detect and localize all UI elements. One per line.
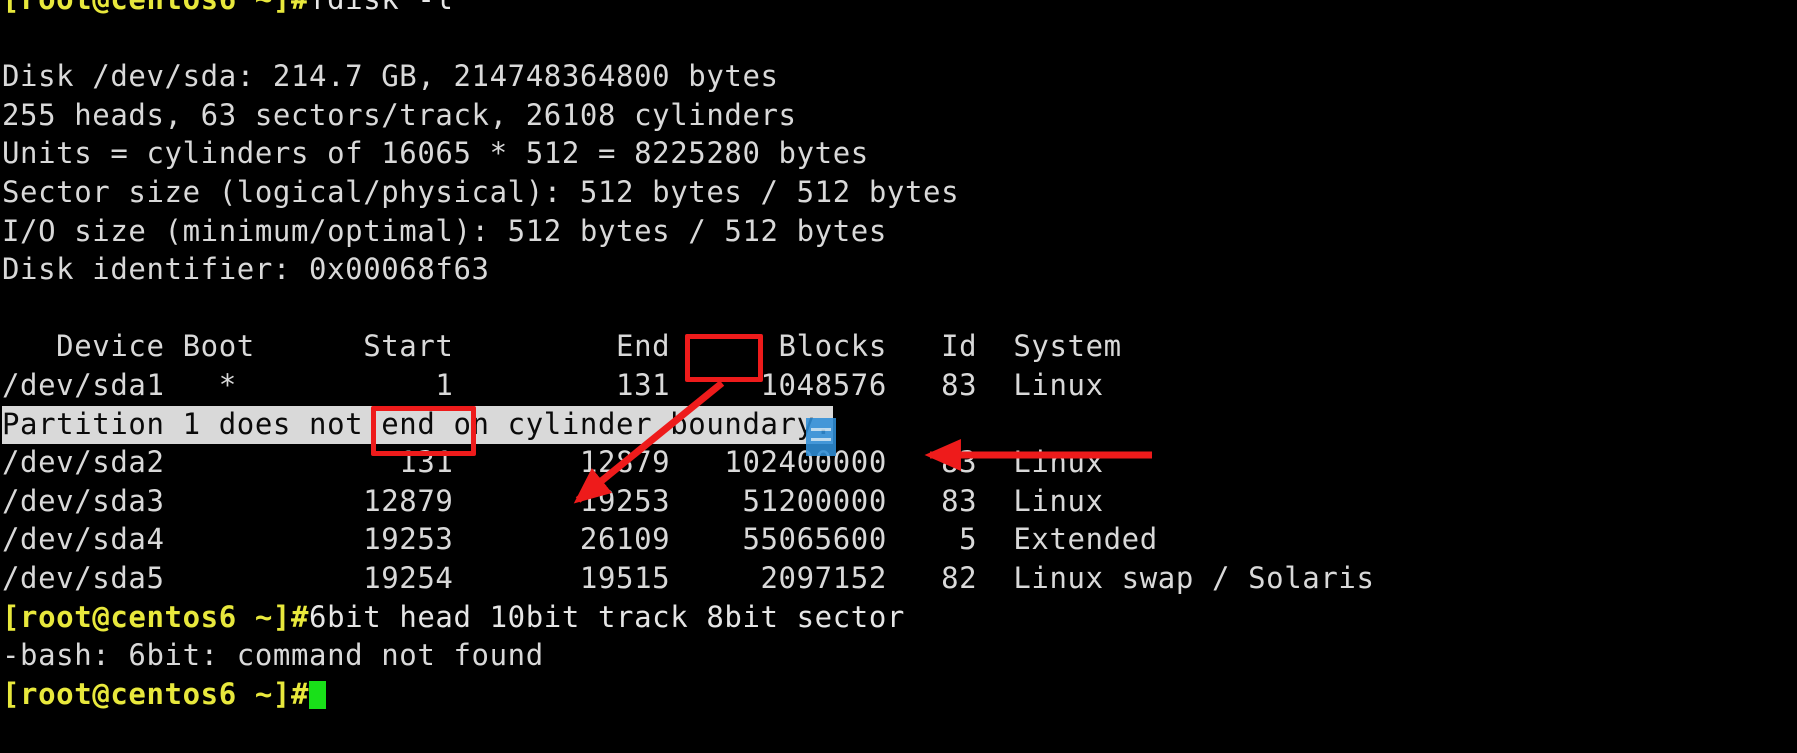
output-text: Disk /dev/sda: 214.7 GB, 214748364800 by… (2, 59, 779, 93)
terminal-output-line: /dev/sda5 19254 19515 2097152 82 Linux s… (0, 559, 1797, 598)
terminal-output-line: Units = cylinders of 16065 * 512 = 82252… (0, 134, 1797, 173)
warning-line-selected: Partition 1 does not end on cylinder bou… (0, 405, 1797, 444)
shell-command: fdisk -l (309, 0, 453, 16)
output-text: /dev/sda2 131 12879 102400000 83 Linux (2, 445, 1104, 479)
output-text: Sector size (logical/physical): 512 byte… (2, 175, 959, 209)
terminal-window[interactable]: [root@centos6 ~]#fdisk -l Disk /dev/sda:… (0, 0, 1797, 753)
output-text: Disk identifier: 0x00068f63 (2, 252, 490, 286)
output-text: I/O size (minimum/optimal): 512 bytes / … (2, 214, 887, 248)
terminal-output-line: 255 heads, 63 sectors/track, 26108 cylin… (0, 96, 1797, 135)
output-text: /dev/sda1 * 1 131 1048576 83 Linux (2, 368, 1104, 402)
terminal-output-line: /dev/sda4 19253 26109 55065600 5 Extende… (0, 520, 1797, 559)
output-text: /dev/sda4 19253 26109 55065600 5 Extende… (2, 522, 1158, 556)
terminal-output-line: -bash: 6bit: command not found (0, 636, 1797, 675)
block-cursor (309, 681, 326, 709)
terminal-prompt-line: [root@centos6 ~]#6bit head 10bit track 8… (0, 598, 1797, 637)
terminal-output-line: /dev/sda2 131 12879 102400000 83 Linux (0, 443, 1797, 482)
terminal-output-line: Sector size (logical/physical): 512 byte… (0, 173, 1797, 212)
terminal-output-line: Disk identifier: 0x00068f63 (0, 250, 1797, 289)
blank-text (2, 21, 20, 55)
shell-prompt: [root@centos6 ~]# (2, 600, 309, 634)
terminal-output-line: I/O size (minimum/optimal): 512 bytes / … (0, 212, 1797, 251)
terminal-prompt-line: [root@centos6 ~]# (0, 675, 1797, 714)
blank-line (0, 289, 1797, 328)
text-caret-artifact (806, 418, 836, 456)
highlight-box-sda1-end (685, 334, 763, 382)
output-text: -bash: 6bit: command not found (2, 638, 544, 672)
blank-text (2, 291, 20, 325)
output-text: Units = cylinders of 16065 * 512 = 82252… (2, 136, 869, 170)
terminal-output-line: Device Boot Start End Blocks Id System (0, 327, 1797, 366)
terminal-prompt-line: [root@centos6 ~]#fdisk -l (0, 0, 1797, 19)
shell-prompt: [root@centos6 ~]# (2, 0, 309, 16)
shell-command: 6bit head 10bit track 8bit sector (309, 600, 905, 634)
terminal-output-line: Disk /dev/sda: 214.7 GB, 214748364800 by… (0, 57, 1797, 96)
terminal-output-line: /dev/sda1 * 1 131 1048576 83 Linux (0, 366, 1797, 405)
shell-prompt: [root@centos6 ~]# (2, 677, 309, 711)
terminal-output-line: /dev/sda3 12879 19253 51200000 83 Linux (0, 482, 1797, 521)
highlight-box-sda2-start (371, 406, 476, 456)
output-text: 255 heads, 63 sectors/track, 26108 cylin… (2, 98, 797, 132)
output-text: /dev/sda5 19254 19515 2097152 82 Linux s… (2, 561, 1375, 595)
blank-line (0, 19, 1797, 58)
terminal-output-area[interactable]: [root@centos6 ~]#fdisk -l Disk /dev/sda:… (0, 0, 1797, 713)
output-text: Device Boot Start End Blocks Id System (2, 329, 1122, 363)
output-text: /dev/sda3 12879 19253 51200000 83 Linux (2, 484, 1104, 518)
